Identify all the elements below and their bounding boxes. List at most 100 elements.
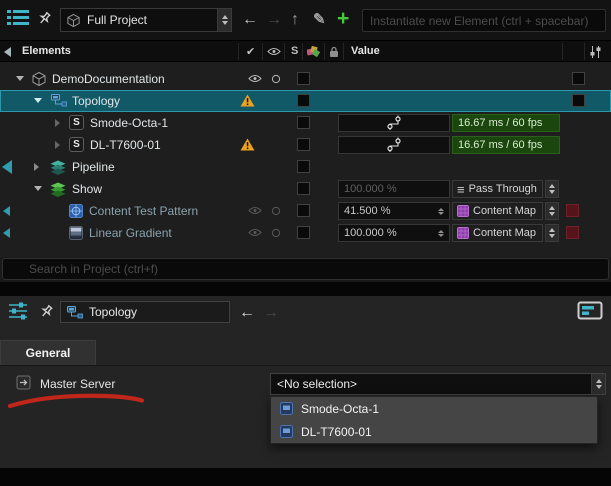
node-graph-icon bbox=[385, 115, 403, 131]
server-badge-icon: S bbox=[69, 137, 84, 152]
tree-row-smode-octa-1[interactable]: S Smode-Octa-1 16.67 ms / 60 fps bbox=[0, 112, 611, 134]
step-up-icon[interactable] bbox=[438, 208, 444, 211]
right-checkbox[interactable] bbox=[572, 72, 585, 85]
solo-circle-icon[interactable] bbox=[271, 206, 281, 216]
step-down-icon[interactable] bbox=[549, 234, 555, 238]
blend-stepper[interactable] bbox=[545, 224, 559, 242]
project-cube-icon bbox=[66, 13, 81, 28]
red-underline-annotation bbox=[6, 393, 148, 409]
expand-open-icon[interactable] bbox=[16, 76, 24, 81]
enable-checkbox[interactable] bbox=[297, 204, 310, 217]
opacity-stepper[interactable] bbox=[438, 208, 444, 215]
history-forward-button[interactable]: → bbox=[263, 305, 279, 321]
step-up-icon[interactable] bbox=[549, 184, 555, 188]
step-up-icon[interactable] bbox=[596, 379, 602, 383]
column-separator bbox=[584, 43, 585, 60]
tree-row-show[interactable]: Show 100.000 % ≡ Pass Through bbox=[0, 178, 611, 200]
project-scope-value: Full Project bbox=[87, 13, 217, 27]
blend-mode-value: Pass Through bbox=[469, 183, 537, 195]
preview-swatch[interactable] bbox=[566, 226, 579, 239]
content-map-icon bbox=[457, 205, 469, 217]
project-scope-stepper[interactable] bbox=[217, 9, 231, 31]
panel-divider[interactable] bbox=[0, 282, 611, 296]
option-dl-t7600-01[interactable]: DL-T7600-01 bbox=[271, 420, 597, 443]
blend-mode-value: Content Map bbox=[473, 205, 536, 217]
enable-checkbox[interactable] bbox=[297, 72, 310, 85]
step-up-icon[interactable] bbox=[222, 15, 228, 19]
expand-closed-icon[interactable] bbox=[34, 163, 39, 171]
master-server-stepper[interactable] bbox=[591, 374, 605, 394]
expand-open-icon[interactable] bbox=[34, 98, 42, 103]
search-input[interactable] bbox=[2, 258, 609, 280]
inspected-element-box[interactable]: Topology bbox=[60, 301, 230, 323]
enable-checkbox[interactable] bbox=[297, 226, 310, 239]
topology-node-preview[interactable] bbox=[338, 114, 450, 132]
history-back-button[interactable]: ← bbox=[239, 305, 255, 321]
enable-checkbox[interactable] bbox=[297, 94, 310, 107]
value-column-title: Value bbox=[351, 45, 380, 57]
step-down-icon[interactable] bbox=[222, 21, 228, 25]
tree-row-dl-t7600-01[interactable]: S DL-T7600-01 16.67 ms / 60 fps bbox=[0, 134, 611, 156]
expand-closed-icon[interactable] bbox=[55, 119, 60, 127]
option-smode-octa-1[interactable]: Smode-Octa-1 bbox=[271, 397, 597, 420]
project-scope-select[interactable]: Full Project bbox=[60, 8, 232, 32]
column-separator bbox=[343, 43, 344, 60]
eye-icon[interactable] bbox=[248, 228, 262, 237]
eye-icon[interactable] bbox=[248, 206, 262, 215]
step-up-icon[interactable] bbox=[438, 230, 444, 233]
expand-open-icon[interactable] bbox=[34, 186, 42, 191]
solo-circle-icon[interactable] bbox=[271, 228, 281, 238]
opacity-field[interactable]: 100.000 % bbox=[338, 224, 450, 242]
tree-row-demodocumentation[interactable]: DemoDocumentation bbox=[0, 68, 611, 90]
blend-mode-select[interactable]: Content Map bbox=[452, 224, 543, 242]
parameter-icon bbox=[16, 375, 31, 390]
tree-row-label: Show bbox=[72, 182, 102, 196]
tree-row-content-test-pattern[interactable]: Content Test Pattern 41.500 % Content Ma… bbox=[0, 200, 611, 222]
pin-icon[interactable] bbox=[36, 10, 53, 27]
blend-mode-select[interactable]: ≡ Pass Through bbox=[452, 180, 543, 198]
opacity-stepper[interactable] bbox=[438, 230, 444, 237]
pin-icon[interactable] bbox=[38, 303, 55, 320]
blend-stepper[interactable] bbox=[545, 202, 559, 220]
enable-checkbox[interactable] bbox=[297, 182, 310, 195]
step-down-icon[interactable] bbox=[438, 234, 444, 237]
up-level-button[interactable]: ↑ bbox=[291, 12, 299, 28]
opacity-field[interactable]: 100.000 % bbox=[338, 180, 450, 198]
tree-row-topology[interactable]: Topology bbox=[0, 90, 611, 112]
current-view-marker-icon bbox=[3, 228, 10, 238]
tree-row-pipeline[interactable]: Pipeline bbox=[0, 156, 611, 178]
opacity-field[interactable]: 41.500 % bbox=[338, 202, 450, 220]
inspector-panel: Topology ← → General Master Server <No s… bbox=[0, 296, 611, 468]
add-element-button[interactable]: + bbox=[337, 8, 349, 29]
forward-button[interactable]: → bbox=[266, 12, 282, 28]
monitor-icon[interactable] bbox=[577, 301, 603, 322]
edit-icon[interactable]: ✎ bbox=[313, 12, 326, 27]
collapse-panel-arrow-icon[interactable] bbox=[4, 47, 11, 57]
eye-icon[interactable] bbox=[248, 74, 262, 83]
step-up-icon[interactable] bbox=[549, 206, 555, 210]
step-up-icon[interactable] bbox=[549, 228, 555, 232]
tree-row-linear-gradient[interactable]: Linear Gradient 100.000 % Content Map bbox=[0, 222, 611, 244]
show-layers-icon bbox=[50, 182, 66, 197]
expand-closed-icon[interactable] bbox=[55, 141, 60, 149]
right-checkbox[interactable] bbox=[572, 94, 585, 107]
sliders-icon[interactable] bbox=[8, 302, 28, 320]
enable-checkbox[interactable] bbox=[297, 160, 310, 173]
solo-circle-icon[interactable] bbox=[271, 74, 281, 84]
tab-general[interactable]: General bbox=[0, 340, 96, 365]
preview-swatch[interactable] bbox=[566, 204, 579, 217]
instantiate-input[interactable] bbox=[362, 9, 606, 32]
enable-checkbox[interactable] bbox=[297, 116, 310, 129]
step-down-icon[interactable] bbox=[549, 190, 555, 194]
mixer-column-icon[interactable] bbox=[589, 45, 601, 59]
menu-icon[interactable] bbox=[7, 9, 29, 26]
blend-mode-select[interactable]: Content Map bbox=[452, 202, 543, 220]
enable-checkbox[interactable] bbox=[297, 138, 310, 151]
topology-node-preview[interactable] bbox=[338, 136, 450, 154]
master-server-select[interactable]: <No selection> bbox=[270, 373, 606, 395]
step-down-icon[interactable] bbox=[596, 385, 602, 389]
blend-stepper[interactable] bbox=[545, 180, 559, 198]
step-down-icon[interactable] bbox=[549, 212, 555, 216]
step-down-icon[interactable] bbox=[438, 212, 444, 215]
back-button[interactable]: ← bbox=[242, 12, 258, 28]
